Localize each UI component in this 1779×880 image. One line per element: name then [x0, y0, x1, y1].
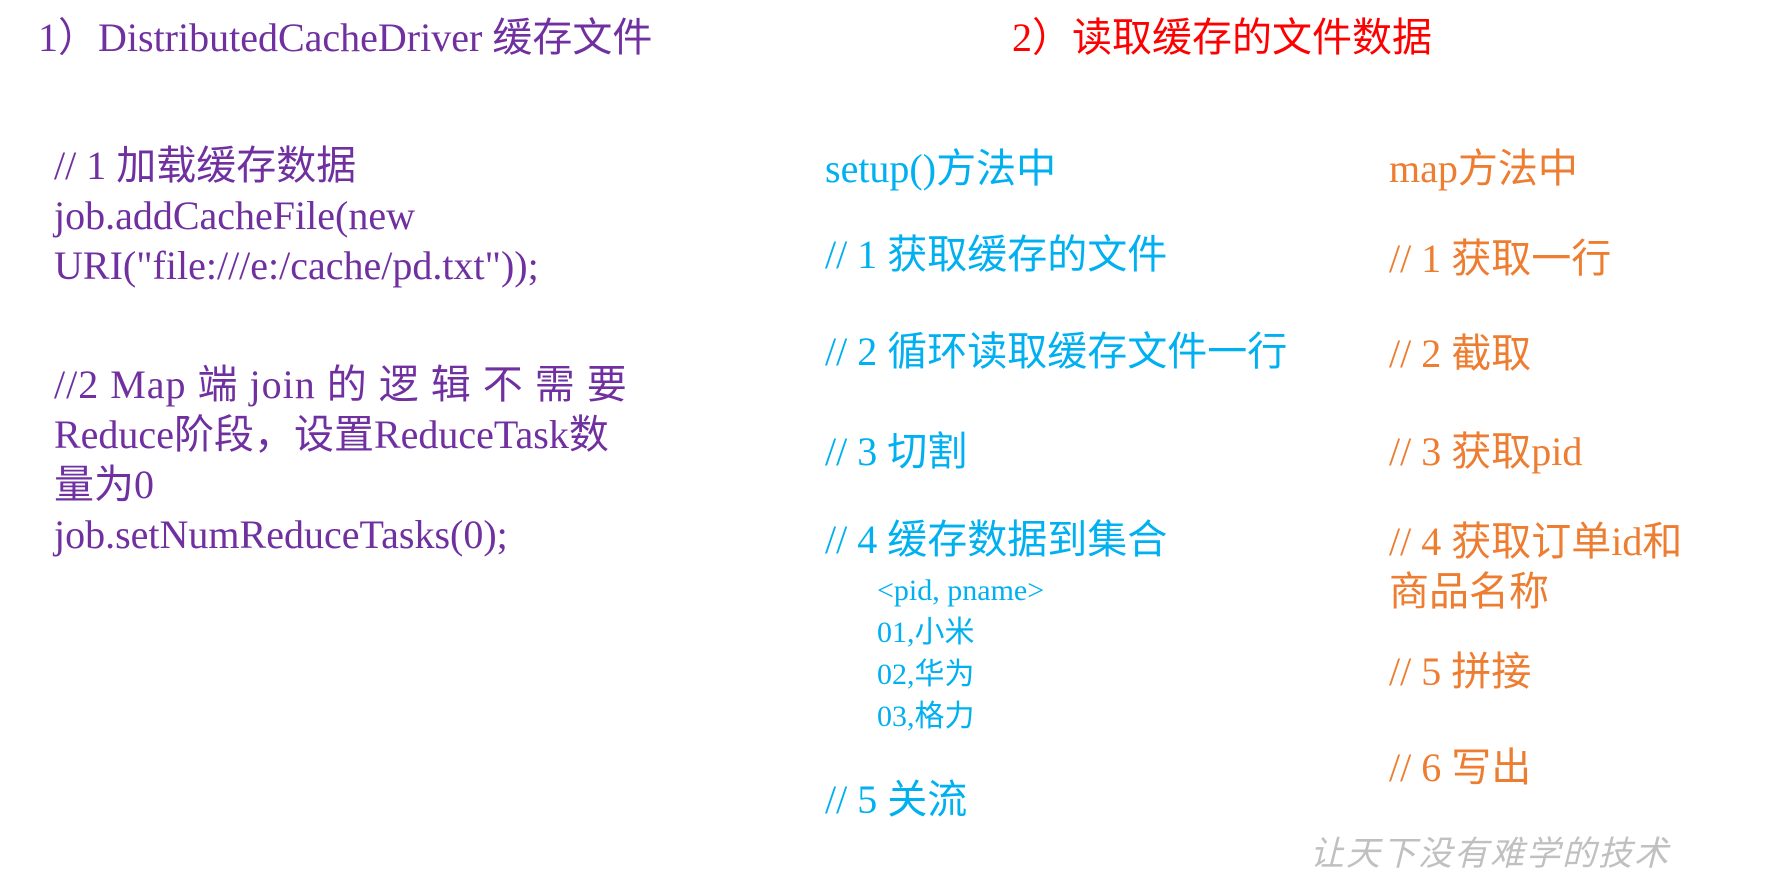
code-uri: URI("file:///e:/cache/pd.txt")); — [54, 243, 539, 288]
comment-reduce-phase: Reduce阶段，设置ReduceTask数 — [54, 412, 609, 457]
code-set-num-reduce-tasks: job.setNumReduceTasks(0); — [54, 512, 508, 557]
map-step-2: // 2 截取 — [1389, 331, 1532, 376]
heading-read-cache-data: 2）读取缓存的文件数据 — [1012, 15, 1432, 60]
sample-row: 03,格力 — [877, 700, 975, 733]
map-title: map方法中 — [1389, 146, 1578, 191]
watermark-slogan: 让天下没有难学的技术 — [1310, 834, 1670, 874]
comment-load-cache: // 1 加载缓存数据 — [54, 143, 357, 188]
map-step-5: // 5 拼接 — [1389, 649, 1532, 694]
sample-row: 01,小米 — [877, 616, 975, 649]
driver-reduce-block: //2 Map 端 join 的 逻 辑 不 需 要 Reduce阶段，设置Re… — [54, 360, 628, 560]
setup-step-5: // 5 关流 — [825, 777, 968, 822]
map-step-4-line-2: 商品名称 — [1389, 569, 1549, 614]
setup-title: setup()方法中 — [825, 146, 1057, 191]
map-step-3: // 3 获取pid — [1389, 429, 1583, 474]
map-step-4: // 4 获取订单id和 商品名称 — [1389, 517, 1682, 617]
map-step-4-line-1: // 4 获取订单id和 — [1389, 519, 1683, 564]
map-step-6: // 6 写出 — [1389, 745, 1532, 790]
comment-map-join: //2 Map 端 join 的 逻 辑 不 需 要 — [54, 362, 628, 407]
setup-step-1: // 1 获取缓存的文件 — [825, 232, 1168, 277]
setup-step-2: // 2 循环读取缓存文件一行 — [825, 329, 1288, 374]
setup-step-4: // 4 缓存数据到集合 — [825, 517, 1168, 562]
map-step-1: // 1 获取一行 — [1389, 236, 1612, 281]
driver-code-block: // 1 加载缓存数据 job.addCacheFile(new URI("fi… — [54, 141, 539, 291]
heading-distributed-cache-driver: 1）DistributedCacheDriver 缓存文件 — [38, 15, 653, 60]
sample-row: 02,华为 — [877, 658, 975, 691]
setup-step-3: // 3 切割 — [825, 429, 968, 474]
sample-header: <pid, pname> — [877, 574, 1045, 607]
comment-set-zero: 量为0 — [54, 462, 154, 507]
code-add-cache-file: job.addCacheFile(new — [54, 193, 415, 238]
cache-sample-data: <pid, pname> 01,小米 02,华为 03,格力 — [877, 570, 1044, 738]
